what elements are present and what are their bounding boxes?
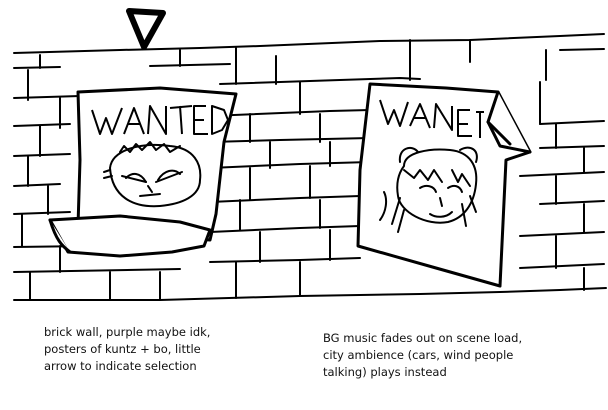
note-line: talking) plays instead (323, 365, 447, 379)
design-note-visuals: brick wall, purple maybe idk, posters of… (44, 324, 210, 375)
poster-kuntz[interactable] (48, 86, 238, 258)
triangle-down-icon[interactable] (126, 8, 166, 50)
note-line: posters of kuntz + bo, little (44, 342, 201, 356)
note-line: BG music fades out on scene load, (323, 331, 523, 345)
note-line: brick wall, purple maybe idk, (44, 325, 211, 339)
note-line: city ambience (cars, wind people (323, 348, 514, 362)
note-line: arrow to indicate selection (44, 359, 197, 373)
design-note-audio: BG music fades out on scene load, city a… (323, 330, 522, 381)
